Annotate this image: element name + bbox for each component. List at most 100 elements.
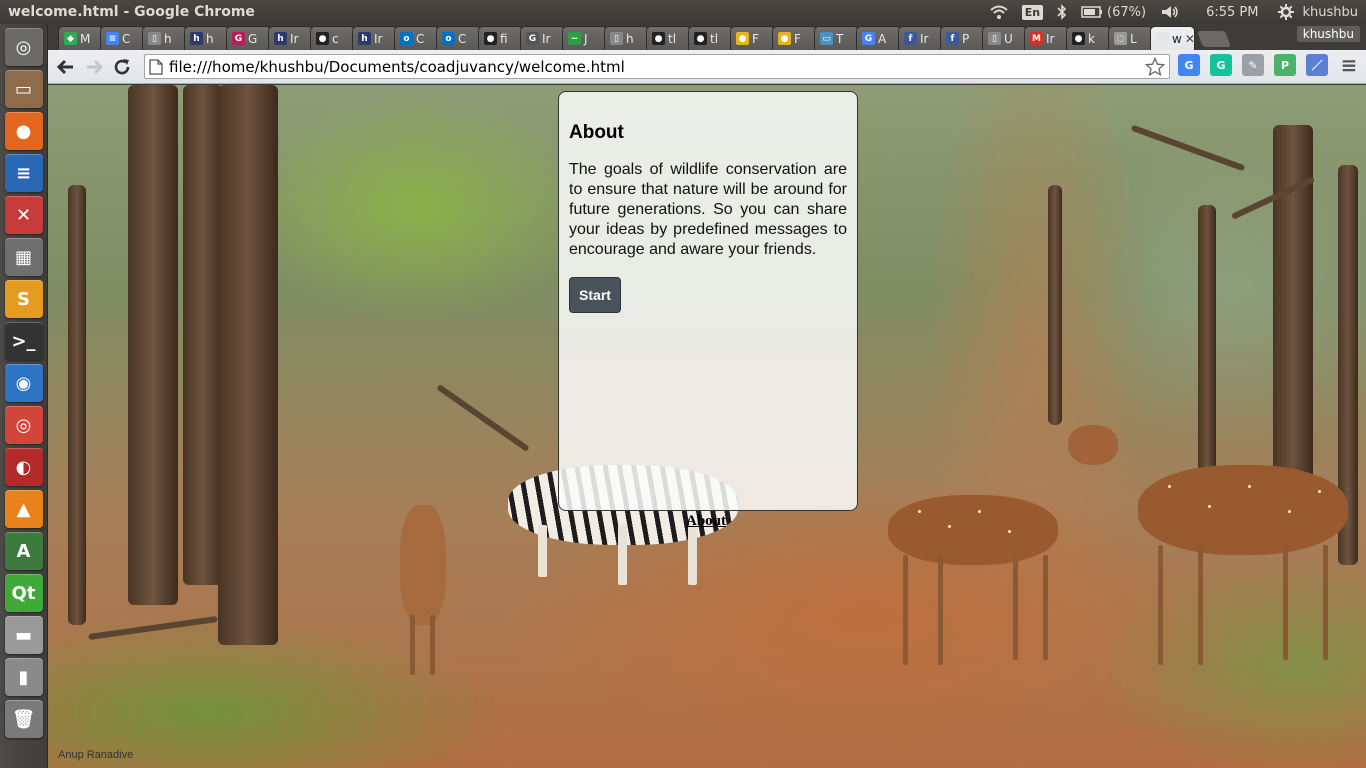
drive-icon[interactable]: ▬ — [4, 616, 43, 654]
tab[interactable]: ▭ T — [814, 26, 859, 50]
tab[interactable]: ● tl — [646, 26, 691, 50]
tab-favicon-icon: ● — [778, 32, 791, 45]
tab-title: Ir — [374, 31, 383, 46]
tab-favicon-icon: f — [904, 32, 917, 45]
pushbullet-icon[interactable]: P — [1274, 54, 1296, 76]
tab-favicon-icon: ~ — [568, 32, 581, 45]
tab[interactable]: GG — [226, 26, 271, 50]
tab-title: C — [458, 31, 467, 46]
address-bar[interactable]: file:///home/khushbu/Documents/coadjuvan… — [144, 54, 1170, 79]
tab-title: Ir — [290, 31, 299, 46]
google-translate-icon[interactable]: G — [1178, 54, 1200, 76]
pen-tool-icon[interactable]: ✎ — [1242, 54, 1264, 76]
tab[interactable]: GA — [856, 26, 901, 50]
keyboard-language-indicator[interactable]: En — [1021, 4, 1044, 20]
user-name[interactable]: khushbu — [1302, 5, 1358, 20]
start-button[interactable]: Start — [569, 277, 621, 313]
tab-title: Ir — [542, 31, 551, 46]
reload-button[interactable] — [108, 53, 136, 81]
calculator-icon[interactable]: ▦ — [4, 238, 43, 276]
tab-favicon-icon: ▯ — [148, 32, 161, 45]
tab[interactable]: ▯ U — [982, 26, 1027, 50]
back-button[interactable] — [52, 53, 80, 81]
terminal-icon[interactable]: >_ — [4, 322, 43, 360]
bookmark-star-icon[interactable] — [1145, 56, 1165, 77]
software-center-icon[interactable]: A — [4, 532, 43, 570]
tab-strip: ◆ M ≡ C ▯ h h h G Gh Ir ● c h Ir o Co C ● fi G Ir ~ J ▯ h ● tl ● tl ● F… — [48, 24, 1366, 50]
tab[interactable]: ◌ L — [1108, 26, 1153, 50]
tab[interactable]: h Ir — [268, 26, 313, 50]
tab-close-icon[interactable]: ✕ — [1185, 32, 1194, 46]
about-description: The goals of wildlife conservation are t… — [569, 161, 847, 258]
tab-favicon-icon: h — [358, 32, 371, 45]
tab[interactable]: hh — [184, 26, 229, 50]
tab-active[interactable]: w ✕ — [1150, 26, 1195, 50]
new-tab-button[interactable] — [1197, 31, 1231, 47]
url-text[interactable]: file:///home/khushbu/Documents/coadjuvan… — [169, 58, 625, 76]
battery-indicator[interactable]: (67%) — [1081, 5, 1146, 20]
volume-icon[interactable] — [1160, 4, 1180, 20]
tab[interactable]: G Ir — [520, 26, 565, 50]
chrome-icon[interactable]: ◎ — [4, 406, 43, 444]
writer-icon[interactable]: ≡ — [4, 154, 43, 192]
tab-title: M — [80, 31, 91, 46]
trash-icon[interactable]: 🗑 — [4, 700, 43, 738]
qt-icon[interactable]: Qt — [4, 574, 43, 612]
tab[interactable]: f Ir — [898, 26, 943, 50]
tab[interactable]: ● tl — [688, 26, 733, 50]
tab[interactable]: h Ir — [352, 26, 397, 50]
firefox-icon[interactable]: ● — [4, 112, 43, 150]
grammarly-icon[interactable]: G — [1210, 54, 1232, 76]
network-icon[interactable]: ◉ — [4, 364, 43, 402]
top-panel: welcome.html - Google Chrome En (67%) 6:… — [0, 0, 1366, 24]
tab[interactable]: ≡ C — [100, 26, 145, 50]
tab-title: U — [1004, 31, 1013, 46]
tab-title: Ir — [1046, 31, 1055, 46]
tab-title: k — [1088, 31, 1095, 46]
forward-button[interactable] — [80, 53, 108, 81]
settings-icon[interactable]: ✕ — [4, 196, 43, 234]
indicator-area: En (67%) 6:55 PM khushbu — [990, 4, 1366, 20]
tab-favicon-icon: ◆ — [64, 32, 77, 45]
browser-toolbar: file:///home/khushbu/Documents/coadjuvan… — [48, 50, 1366, 84]
tab[interactable]: ◆ M — [58, 26, 103, 50]
about-heading: About — [569, 122, 624, 143]
profile-button[interactable]: khushbu — [1296, 26, 1360, 42]
tab[interactable]: ● F — [772, 26, 817, 50]
tab[interactable]: ▯ h — [142, 26, 187, 50]
tab[interactable]: ● c — [310, 26, 355, 50]
tab[interactable]: ● k — [1066, 26, 1111, 50]
tab-title: C — [416, 31, 425, 46]
forward-arrow-icon — [87, 59, 103, 74]
tab[interactable]: fP — [940, 26, 985, 50]
tab[interactable]: oC — [436, 26, 481, 50]
pencil-icon[interactable]: ／ — [1306, 54, 1328, 76]
tab-title: h — [626, 31, 634, 46]
usb-icon[interactable]: ▮ — [4, 658, 43, 696]
tab-favicon-icon: o — [442, 32, 455, 45]
tab[interactable]: M Ir — [1024, 26, 1069, 50]
dash-icon[interactable]: ◎ — [4, 28, 43, 66]
sublime-icon[interactable]: S — [4, 280, 43, 318]
tab[interactable]: ● fi — [478, 26, 523, 50]
tab-favicon-icon: o — [400, 32, 413, 45]
tab[interactable]: ● F — [730, 26, 775, 50]
bluetooth-icon[interactable] — [1057, 4, 1067, 20]
tab-title: T — [836, 31, 844, 46]
wifi-icon[interactable] — [990, 5, 1008, 19]
files-icon[interactable]: ▭ — [4, 70, 43, 108]
tab[interactable]: ~ J — [562, 26, 607, 50]
clock[interactable]: 6:55 PM — [1206, 5, 1258, 20]
tab[interactable]: ▯ h — [604, 26, 649, 50]
about-link[interactable]: About — [686, 513, 726, 530]
unity-launcher: ◎ ▭ ● ≡ ✕ ▦ S >_ ◉ ◎ ◐ ▲ A Qt ▬ ▮ 🗑 — [0, 24, 48, 768]
session-gear-icon[interactable] — [1278, 4, 1295, 20]
tab[interactable]: oC — [394, 26, 439, 50]
app-red-icon[interactable]: ◐ — [4, 448, 43, 486]
vlc-icon[interactable]: ▲ — [4, 490, 43, 528]
menu-icon[interactable]: ≡ — [1338, 53, 1360, 77]
tab-favicon-icon: ▭ — [820, 32, 833, 45]
tab-title: fi — [500, 31, 508, 46]
tab-favicon-icon: ▯ — [988, 32, 1001, 45]
tab-favicon-icon: h — [274, 32, 287, 45]
